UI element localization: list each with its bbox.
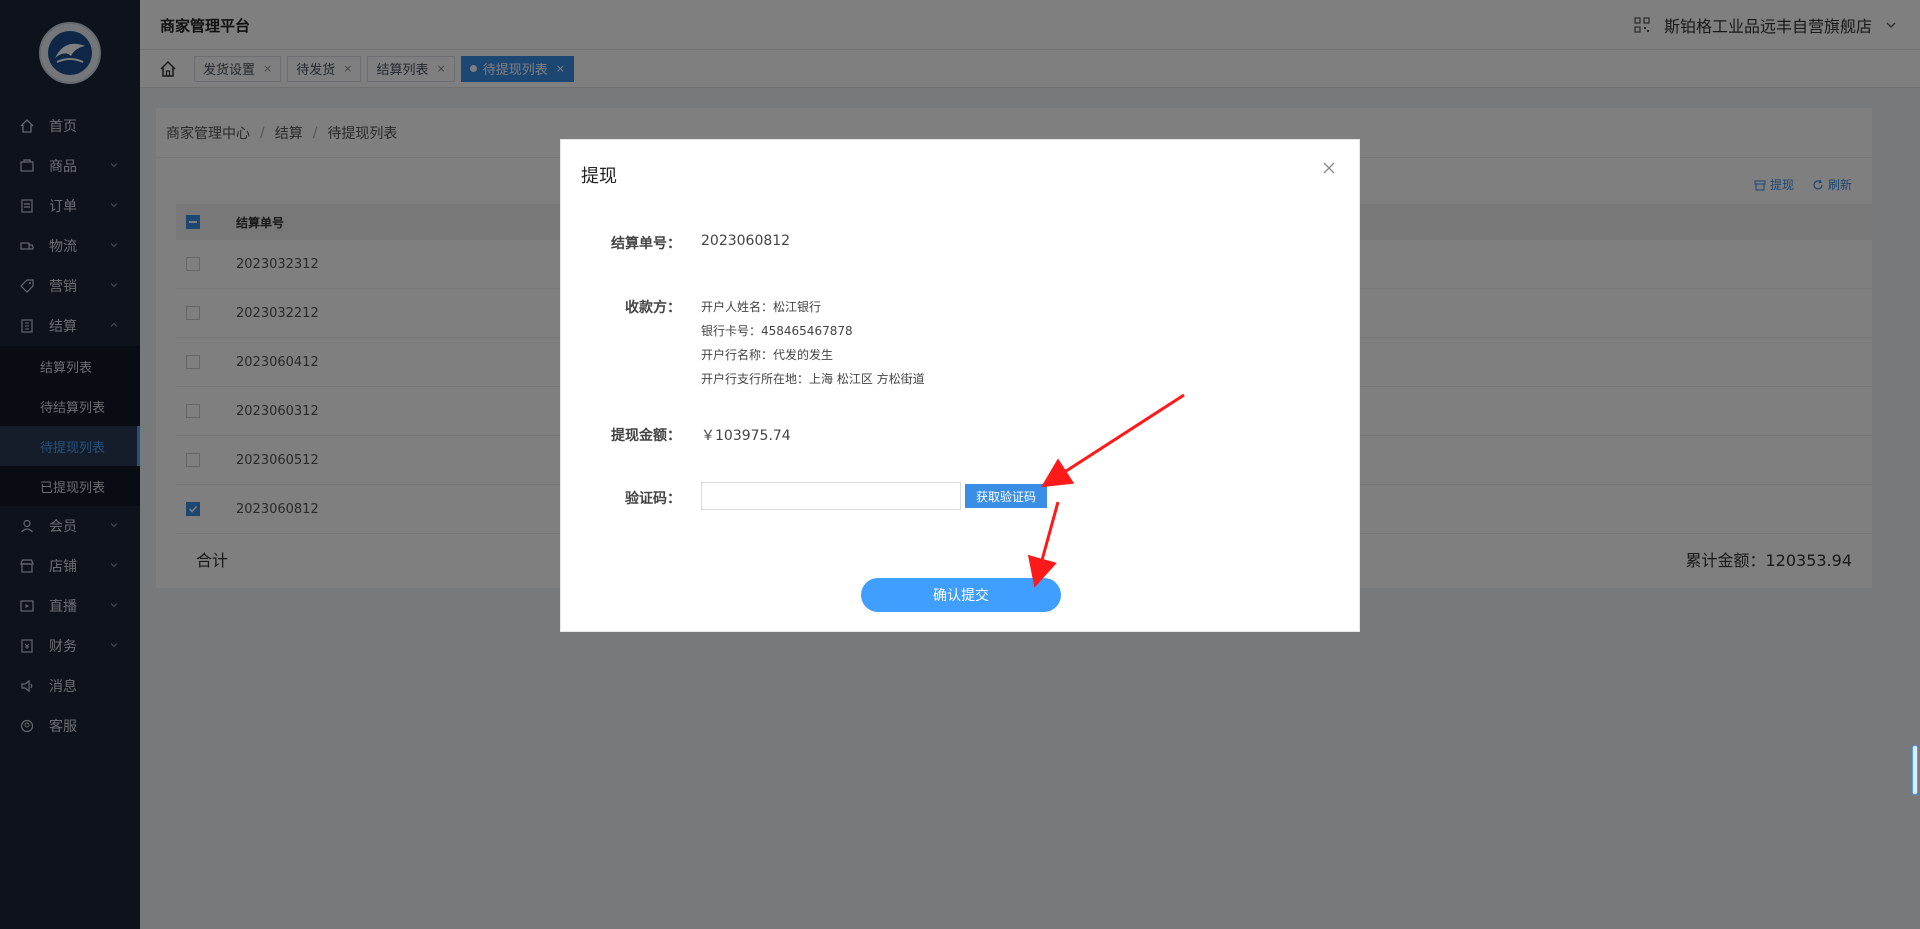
confirm-submit-button[interactable]: 确认提交	[861, 578, 1061, 612]
payee-bank-name: 开户行名称：代发的发生	[701, 348, 834, 362]
payee-details: 开户人姓名：松江银行 银行卡号：458465467878 开户行名称：代发的发生…	[701, 295, 925, 391]
scrollbar-thumb[interactable]	[1912, 745, 1918, 795]
amount-value: ￥103975.74	[701, 428, 791, 444]
payee-label: 收款方：	[625, 300, 681, 316]
close-icon	[1323, 162, 1335, 174]
payee-account-name: 开户人姓名：松江银行	[701, 300, 822, 314]
withdraw-dialog: 提现 结算单号： 2023060812 收款方： 开户人姓名：松江银行 银行卡号…	[560, 139, 1360, 632]
settlement-no-value: 2023060812	[701, 233, 791, 249]
dialog-title: 提现	[581, 166, 617, 187]
payee-branch-location: 开户行支行所在地：上海 松江区 方松街道	[701, 372, 925, 386]
code-label: 验证码：	[625, 491, 681, 507]
settlement-no-label: 结算单号：	[611, 236, 681, 252]
payee-card-number: 银行卡号：458465467878	[701, 324, 853, 338]
verification-code-input[interactable]	[701, 482, 961, 510]
get-code-button[interactable]: 获取验证码	[965, 484, 1047, 508]
close-button[interactable]	[1321, 160, 1337, 176]
amount-label: 提现金额：	[611, 428, 681, 444]
